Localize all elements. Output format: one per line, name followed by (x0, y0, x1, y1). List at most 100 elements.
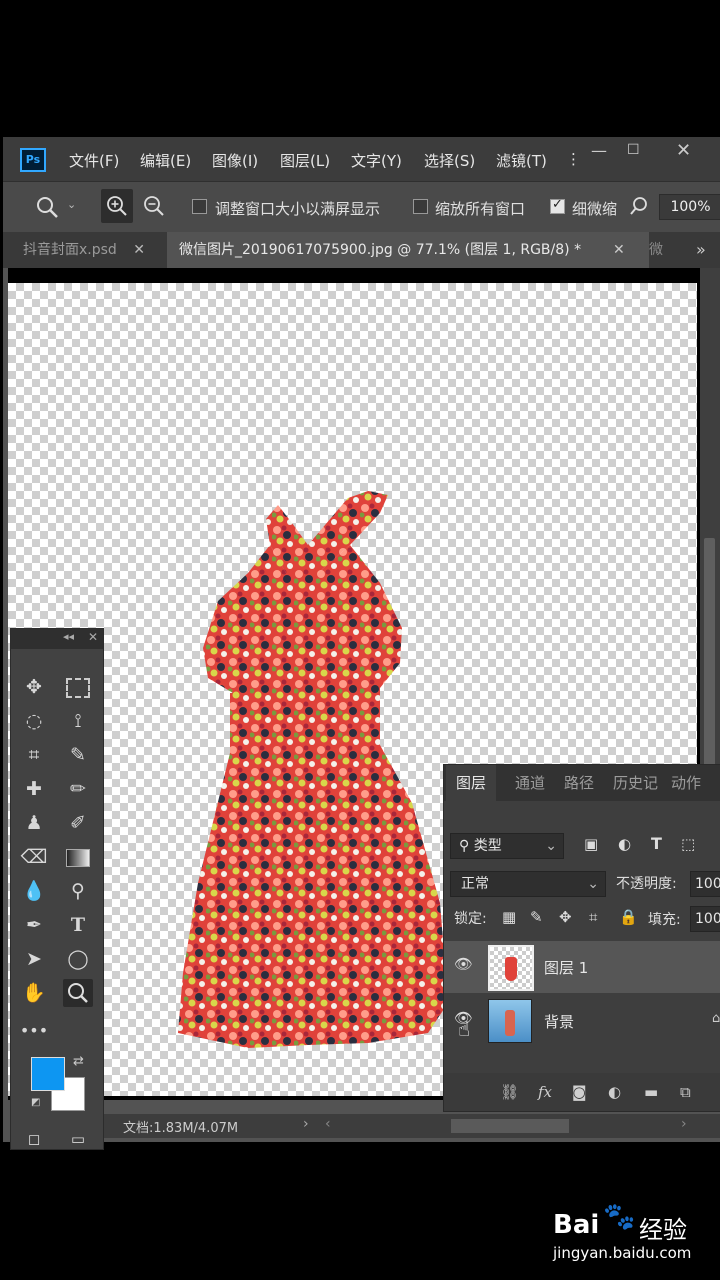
filter-shape-icon[interactable]: ⬚ (681, 835, 695, 853)
status-bar: 文档:1.83M/4.07M › ‹ › (103, 1114, 720, 1138)
tab-channels[interactable]: 通道 (515, 765, 545, 801)
menu-type[interactable]: 文字(Y) (351, 150, 402, 171)
scrubby-zoom-checkbox[interactable] (550, 197, 565, 214)
foreground-color-swatch[interactable] (31, 1057, 65, 1091)
tabs-more-icon[interactable]: » (696, 232, 706, 268)
path-selection-tool-icon[interactable]: ➤ (19, 945, 49, 973)
search-icon: ⚲ (459, 838, 470, 854)
resize-windows-checkbox[interactable] (192, 199, 207, 214)
status-menu-arrow-icon[interactable]: › (303, 1116, 309, 1132)
close-tab-icon[interactable]: ✕ (613, 232, 625, 268)
layer-thumbnail (488, 999, 532, 1043)
ellipse-tool-icon[interactable]: ◯ (63, 945, 93, 973)
filter-pixel-icon[interactable]: ▣ (584, 835, 598, 853)
zoom-tool-icon[interactable] (63, 979, 93, 1007)
layer-filter-label: 类型 (473, 838, 502, 854)
maximize-icon[interactable]: ☐ (627, 142, 640, 158)
chevron-down-icon[interactable]: ⌄ (67, 198, 76, 211)
zoom-in-button[interactable] (101, 189, 133, 223)
menu-select[interactable]: 选择(S) (424, 150, 475, 171)
fill-field[interactable]: 100 (690, 906, 720, 932)
add-mask-icon[interactable]: ◙ (572, 1083, 587, 1101)
menu-layer[interactable]: 图层(L) (280, 150, 330, 171)
eraser-tool-icon[interactable]: ⌫ (19, 843, 49, 871)
lock-image-icon[interactable]: ✎ (530, 908, 543, 926)
watermark-brand2: 经验 (639, 1216, 687, 1244)
tools-panel-header[interactable]: ◂◂ ✕ (11, 629, 103, 649)
tab-history[interactable]: 历史记 (613, 765, 658, 801)
more-tools-icon[interactable]: ••• (19, 1017, 49, 1045)
adjustment-layer-icon[interactable]: ◐ (608, 1083, 621, 1101)
zoom-percent-field[interactable]: 100% (659, 194, 720, 220)
close-icon[interactable]: ✕ (676, 140, 691, 161)
blend-mode-select[interactable]: 正常 ⌄ (450, 871, 606, 897)
layer-row[interactable]: 👁 背景 ⌂ (444, 995, 720, 1047)
close-tab-icon[interactable]: ✕ (133, 242, 145, 258)
tab-actions[interactable]: 动作 (671, 765, 701, 801)
search-icon[interactable] (629, 196, 651, 218)
lock-position-icon[interactable]: ✥ (559, 908, 572, 926)
tab-wechat-image[interactable]: 微信图片_20190617075900.jpg @ 77.1% (图层 1, R… (167, 232, 649, 268)
healing-brush-tool-icon[interactable]: ✚ (19, 775, 49, 803)
lock-artboard-icon[interactable]: ⌗ (589, 908, 597, 926)
quick-mask-icon[interactable]: ◻ (19, 1125, 49, 1153)
tab-douyin-cover[interactable]: 抖音封面x.psd ✕ (23, 232, 145, 268)
layer-filter-select[interactable]: ⚲ 类型 ⌄ (450, 833, 564, 859)
opacity-field[interactable]: 100 (690, 871, 720, 897)
ps-logo: Ps (20, 148, 46, 172)
lock-all-icon[interactable]: 🔒 (619, 908, 638, 926)
tab-overflow[interactable]: 微 (649, 232, 663, 268)
new-group-icon[interactable]: ▬ (644, 1083, 658, 1101)
scroll-left-icon[interactable]: ‹ (325, 1116, 331, 1132)
visibility-eye-icon[interactable]: 👁 (454, 955, 473, 973)
pen-tool-icon[interactable]: ✒ (19, 911, 49, 939)
hand-tool-icon[interactable]: ✋ (19, 979, 49, 1007)
tab-paths[interactable]: 路径 (564, 765, 594, 801)
collapse-panel-icon[interactable]: ◂◂ (63, 630, 74, 643)
link-layers-icon[interactable]: ⛓ (500, 1083, 519, 1101)
filter-adjustment-icon[interactable]: ◐ (618, 835, 631, 853)
menu-file[interactable]: 文件(F) (69, 150, 119, 171)
new-layer-icon[interactable]: ⧉ (680, 1083, 691, 1101)
history-brush-tool-icon[interactable]: ✐ (63, 809, 93, 837)
options-bar: ⌄ 调整窗口大小以满屏显示 缩放所有窗口 细微缩 100% (3, 181, 720, 233)
marquee-tool-icon[interactable] (63, 673, 93, 701)
swap-colors-icon[interactable]: ⇄ (73, 1054, 84, 1069)
screen-mode-icon[interactable]: ▭ (63, 1125, 93, 1153)
close-panel-icon[interactable]: ✕ (88, 630, 98, 644)
zoom-tool-icon[interactable] (35, 195, 61, 219)
zoom-all-checkbox[interactable] (413, 199, 428, 214)
crop-tool-icon[interactable]: ⌗ (19, 741, 49, 769)
gradient-tool-icon[interactable] (63, 843, 93, 871)
fx-icon[interactable]: fx (538, 1083, 552, 1101)
type-tool-icon[interactable]: T (63, 911, 93, 939)
menu-filter[interactable]: 滤镜(T) (496, 150, 547, 171)
move-tool-icon[interactable]: ✥ (19, 673, 49, 701)
scroll-right-icon[interactable]: › (681, 1116, 687, 1132)
default-colors-icon[interactable]: ◩ (31, 1097, 40, 1108)
minimize-icon[interactable]: — (591, 141, 607, 160)
zoom-out-button[interactable] (139, 189, 171, 223)
layer-row[interactable]: 👁 图层 1 (444, 941, 720, 993)
lock-transparent-icon[interactable]: ▦ (502, 908, 516, 926)
blur-tool-icon[interactable]: 💧 (19, 877, 49, 905)
eyedropper-tool-icon[interactable]: ✎ (63, 741, 93, 769)
lasso-tool-icon[interactable]: ◌ (19, 707, 49, 735)
fill-label: 填充: (648, 912, 681, 928)
tab-layers[interactable]: 图层 (446, 765, 497, 801)
dodge-tool-icon[interactable]: ⚲ (63, 877, 93, 905)
filter-type-icon[interactable]: T (651, 834, 662, 853)
layer-name[interactable]: 图层 1 (544, 957, 588, 978)
horizontal-scrollbar-thumb[interactable] (451, 1119, 569, 1133)
quick-selection-tool-icon[interactable]: ⟟ (63, 707, 93, 735)
menu-edit[interactable]: 编辑(E) (140, 150, 191, 171)
clone-stamp-tool-icon[interactable]: ♟ (19, 809, 49, 837)
menu-more[interactable]: ⋮ (566, 150, 581, 168)
chevron-down-icon: ⌄ (545, 838, 557, 854)
document-tab-bar: 抖音封面x.psd ✕ 微信图片_20190617075900.jpg @ 77… (3, 232, 720, 268)
brush-tool-icon[interactable]: ✏ (63, 775, 93, 803)
menu-image[interactable]: 图像(I) (212, 150, 258, 171)
zoom-in-icon (107, 196, 127, 216)
layer-name[interactable]: 背景 (544, 1011, 574, 1032)
paw-icon: 🐾 (603, 1202, 636, 1232)
